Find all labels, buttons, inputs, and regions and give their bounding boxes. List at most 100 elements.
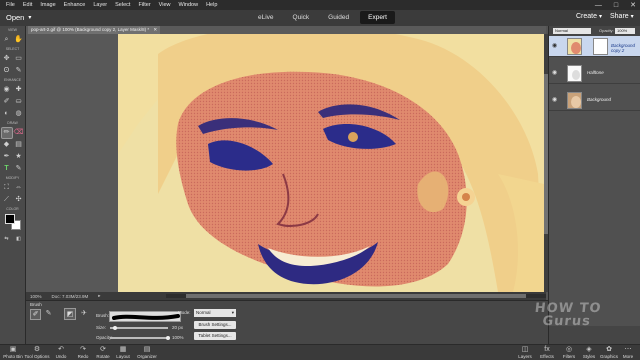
mode-label: Mode:: [178, 310, 191, 315]
horizontal-scroll-thumb[interactable]: [186, 294, 526, 298]
share-label: Share: [610, 13, 629, 20]
brush-field-label: Brush:: [96, 313, 110, 318]
share-button[interactable]: Share ▾: [610, 13, 634, 20]
reset-colors-icon[interactable]: ◧: [14, 234, 24, 244]
menu-view[interactable]: View: [159, 2, 171, 8]
document-title: pop-art-2.gif @ 100% (Background copy 2,…: [31, 27, 150, 32]
tablet-settings-button[interactable]: Tablet Settings...: [194, 332, 236, 340]
lasso-tool-icon[interactable]: ʘ: [2, 66, 12, 76]
photo-bin-button[interactable]: ▣ Photo Bin: [0, 345, 26, 359]
airbrush-icon[interactable]: ✈: [78, 308, 90, 320]
visibility-eye-icon[interactable]: ◉: [552, 69, 557, 76]
close-icon[interactable]: ✕: [153, 27, 157, 32]
horizontal-scrollbar[interactable]: [166, 294, 546, 298]
tab-elive[interactable]: eLive: [250, 11, 282, 24]
red-eye-tool-icon[interactable]: ◉: [2, 85, 12, 95]
tab-quick[interactable]: Quick: [285, 11, 318, 24]
pop-art-image[interactable]: [118, 34, 544, 292]
opacity-slider[interactable]: [110, 337, 168, 339]
opacity-slider-knob[interactable]: [166, 336, 170, 340]
menu-file[interactable]: File: [6, 2, 15, 8]
brush-tool-icon[interactable]: ✏: [0, 127, 13, 139]
document-tab-bar: pop-art-2.gif @ 100% (Background copy 2,…: [26, 26, 546, 34]
layer-row[interactable]: ◉ Halftone: [549, 63, 640, 84]
canvas-area[interactable]: [26, 34, 546, 292]
gradient-tool-icon[interactable]: ▤: [14, 140, 24, 150]
move-tool-icon[interactable]: ✥: [2, 54, 12, 64]
content-aware-move-tool-icon[interactable]: ✣: [14, 195, 24, 205]
brush-stroke-preview: [112, 314, 180, 320]
watermark-line-2: Gurus: [541, 314, 592, 329]
tab-guided[interactable]: Guided: [320, 11, 357, 24]
straighten-tool-icon[interactable]: ⟋: [2, 195, 12, 205]
shape-tool-icon[interactable]: ★: [14, 152, 24, 162]
swap-colors-icon[interactable]: ⇆: [2, 234, 12, 244]
maximize-button[interactable]: □: [614, 2, 618, 9]
crop-tool-icon[interactable]: ⛶: [2, 183, 12, 193]
marquee-tool-icon[interactable]: ▭: [14, 54, 24, 64]
sponge-tool-icon[interactable]: ◐: [2, 109, 12, 119]
menu-help[interactable]: Help: [206, 2, 217, 8]
menu-enhance[interactable]: Enhance: [64, 2, 86, 8]
menu-window[interactable]: Window: [179, 2, 199, 8]
layer-blend-mode-select[interactable]: Normal: [553, 28, 591, 34]
layer-row[interactable]: ◉ Background copy 2: [549, 36, 640, 57]
size-slider-knob[interactable]: [112, 326, 117, 330]
window-controls: — □ ✕: [595, 0, 636, 10]
section-modify: MODIFY: [5, 176, 20, 180]
photo-bin-icon: ▣: [9, 346, 17, 353]
brush-mode-icon[interactable]: ◩: [64, 308, 76, 320]
foreground-color-swatch[interactable]: [5, 214, 15, 224]
section-draw: DRAW: [7, 121, 18, 125]
pencil-tool-icon[interactable]: ✎: [14, 164, 24, 174]
type-tool-icon[interactable]: T: [2, 164, 12, 174]
status-menu-arrow-icon[interactable]: ▸: [98, 293, 100, 299]
spot-healing-tool-icon[interactable]: ✚: [14, 85, 24, 95]
smart-brush-tool-icon[interactable]: ✐: [2, 97, 12, 107]
eraser-tool-icon[interactable]: ⌫: [14, 128, 24, 138]
layer-name: Background: [587, 97, 612, 102]
visibility-eye-icon[interactable]: ◉: [552, 96, 557, 103]
eyedropper-tool-icon[interactable]: ✒: [2, 152, 12, 162]
layer-opacity-field[interactable]: 100%: [615, 28, 635, 34]
clone-stamp-tool-icon[interactable]: ⛀: [14, 97, 24, 107]
layer-name: Halftone: [587, 70, 604, 75]
brush-settings-button[interactable]: Brush Settings...: [194, 321, 236, 329]
open-button[interactable]: Open ▾: [6, 13, 31, 22]
more-button[interactable]: ⋯ More: [616, 345, 640, 359]
menu-layer[interactable]: Layer: [93, 2, 107, 8]
tab-expert[interactable]: Expert: [360, 11, 395, 24]
size-slider[interactable]: [110, 327, 168, 329]
menu-filter[interactable]: Filter: [138, 2, 150, 8]
zoom-readout[interactable]: 100%: [30, 294, 42, 299]
open-label: Open: [6, 13, 25, 22]
brush-tool-label: Brush: [30, 302, 42, 307]
organizer-icon: ▤: [143, 346, 151, 353]
create-button[interactable]: Create ▾: [576, 13, 602, 20]
layers-panel-header: Normal Opacity: 100%: [549, 26, 640, 36]
menu-image[interactable]: Image: [40, 2, 55, 8]
blend-mode-select[interactable]: Normal ▾: [194, 309, 236, 317]
impressionist-brush-icon[interactable]: ✎: [43, 309, 54, 320]
recompose-tool-icon[interactable]: ⇔: [14, 183, 24, 193]
close-window-button[interactable]: ✕: [630, 1, 636, 9]
menu-select[interactable]: Select: [115, 2, 130, 8]
organizer-button[interactable]: ▤ Organizer: [132, 345, 162, 359]
minimize-button[interactable]: —: [595, 2, 602, 9]
visibility-eye-icon[interactable]: ◉: [552, 42, 557, 49]
zoom-tool-icon[interactable]: ⌕: [2, 35, 12, 45]
layer-row[interactable]: ◉ Background: [549, 90, 640, 111]
quick-select-tool-icon[interactable]: ✎: [14, 66, 24, 76]
tool-options-button[interactable]: ⚙ Tool Options: [24, 345, 50, 359]
size-value[interactable]: 20 px: [172, 325, 183, 330]
brush-tool-option-icon[interactable]: ✐: [30, 309, 41, 320]
paint-bucket-tool-icon[interactable]: ◆: [2, 140, 12, 150]
status-bar: 100% Doc: 7.03M/23.9M ▸: [26, 292, 546, 300]
menu-edit[interactable]: Edit: [23, 2, 32, 8]
opacity-value[interactable]: 100%: [172, 335, 184, 340]
dodge-tool-icon[interactable]: ◍: [14, 109, 24, 119]
hand-tool-icon[interactable]: ✋: [14, 35, 24, 45]
layer-mask-thumbnail[interactable]: [593, 38, 608, 55]
brush-preset-picker[interactable]: [109, 311, 181, 322]
document-tab[interactable]: pop-art-2.gif @ 100% (Background copy 2,…: [28, 26, 161, 34]
